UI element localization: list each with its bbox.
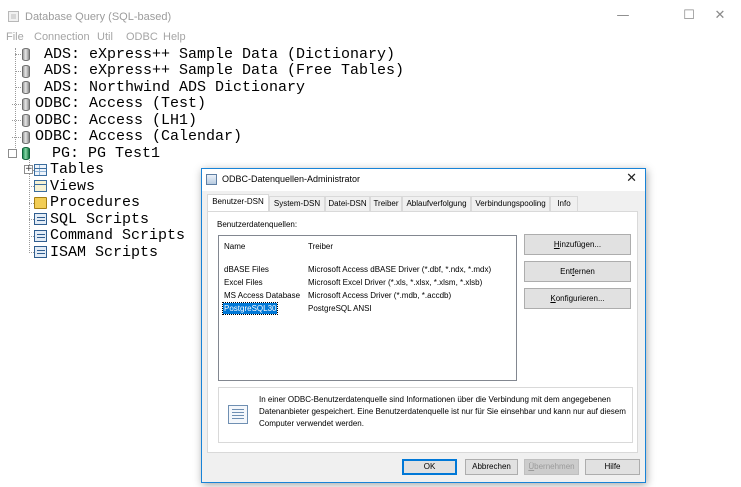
tree-item-tables[interactable]: Tables — [50, 161, 104, 178]
add-button[interactable]: Hinzufügen... — [524, 234, 631, 255]
tree-connector — [15, 87, 21, 88]
remove-button[interactable]: Entfernen — [524, 261, 631, 282]
list-item-driver: PostgreSQL ANSI — [308, 304, 372, 313]
expand-toggle[interactable]: + — [24, 165, 33, 174]
list-item-selected[interactable]: PostgreSQL30 PostgreSQL ANSI — [221, 302, 513, 315]
tree-item-views[interactable]: Views — [50, 178, 95, 195]
odbc-administrator-dialog: ODBC-Datenquellen-Administrator ✕ Benutz… — [201, 168, 646, 483]
tree-item-odbc-access-lh1[interactable]: ODBC: Access (LH1) — [35, 112, 197, 129]
column-header-driver[interactable]: Treiber — [308, 242, 333, 251]
menu-odbc[interactable]: ODBC — [126, 31, 158, 44]
list-item-name: PostgreSQL30 — [221, 302, 279, 315]
script-icon — [34, 246, 47, 258]
section-label: Benutzerdatenquellen: — [217, 220, 298, 229]
menu-bar: File Connection Util ODBC Help — [0, 31, 741, 44]
database-cylinder-icon — [22, 48, 30, 61]
view-icon — [34, 180, 47, 192]
script-icon — [34, 213, 47, 225]
tree-item-pg-test1[interactable]: PG: PG Test1 — [52, 145, 160, 162]
menu-file[interactable]: File — [6, 31, 24, 44]
dialog-title: ODBC-Datenquellen-Administrator — [222, 174, 361, 184]
ok-button[interactable]: OK — [402, 459, 457, 475]
list-item-driver: Microsoft Excel Driver (*.xls, *.xlsx, *… — [308, 278, 483, 287]
menu-util[interactable]: Util — [97, 31, 113, 44]
tab-benutzer-dsn[interactable]: Benutzer-DSN — [207, 194, 269, 212]
list-item-name: MS Access Database — [224, 291, 301, 300]
list-item[interactable]: MS Access Database Microsoft Access Driv… — [223, 290, 513, 301]
database-cylinder-icon — [22, 131, 30, 144]
list-item[interactable]: Excel Files Microsoft Excel Driver (*.xl… — [223, 277, 513, 288]
close-button[interactable]: ✕ — [697, 0, 741, 32]
tree-connector — [12, 137, 21, 138]
database-cylinder-icon — [22, 81, 30, 94]
odbc-icon — [206, 174, 217, 185]
tree-connector — [15, 54, 21, 55]
tree-item-odbc-access-calendar[interactable]: ODBC: Access (Calendar) — [35, 128, 242, 145]
tree-connector — [15, 71, 21, 72]
cancel-button[interactable]: Abbrechen — [465, 459, 518, 475]
tree-item-ads-northwind[interactable]: ADS: Northwind ADS Dictionary — [44, 79, 305, 96]
list-item-driver: Microsoft Access Driver (*.mdb, *.accdb) — [308, 291, 452, 300]
tab-info[interactable]: Info — [550, 196, 578, 211]
tree-item-procedures[interactable]: Procedures — [50, 194, 140, 211]
data-source-info-icon — [228, 405, 248, 424]
list-item-driver: Microsoft Access dBASE Driver (*.dbf, *.… — [308, 265, 492, 274]
tree-item-odbc-access-test[interactable]: ODBC: Access (Test) — [35, 95, 206, 112]
list-item-name: Excel Files — [224, 278, 263, 287]
dialog-close-button[interactable]: ✕ — [626, 171, 637, 187]
folder-icon — [34, 197, 47, 209]
tree-item-isam-scripts[interactable]: ISAM Scripts — [50, 244, 158, 261]
info-text: In einer ODBC-Benutzerdatenquelle sind I… — [259, 395, 626, 428]
info-box: In einer ODBC-Benutzerdatenquelle sind I… — [218, 387, 633, 443]
tree-item-sql-scripts[interactable]: SQL Scripts — [50, 211, 149, 228]
minimize-button[interactable]: — — [600, 0, 646, 32]
dialog-title-bar: ODBC-Datenquellen-Administrator ✕ — [202, 169, 645, 191]
data-source-list[interactable]: Name Treiber dBASE Files Microsoft Acces… — [218, 235, 517, 381]
tree-item-command-scripts[interactable]: Command Scripts — [50, 227, 185, 244]
app-icon — [8, 11, 19, 22]
tree-item-ads-sample-free-tables[interactable]: ADS: eXpress++ Sample Data (Free Tables) — [44, 62, 404, 79]
tab-verbindungspooling[interactable]: Verbindungspooling — [471, 196, 550, 211]
database-cylinder-icon — [22, 147, 30, 160]
list-item-name: dBASE Files — [224, 265, 269, 274]
database-cylinder-icon — [22, 65, 30, 78]
tree-connector — [12, 104, 21, 105]
tab-system-dsn[interactable]: System-DSN — [269, 196, 325, 211]
configure-button[interactable]: Konfigurieren... — [524, 288, 631, 309]
tab-treiber[interactable]: Treiber — [370, 196, 402, 211]
database-cylinder-icon — [22, 114, 30, 127]
table-icon — [34, 164, 47, 176]
database-cylinder-icon — [22, 98, 30, 111]
tree-item-ads-sample-dictionary[interactable]: ADS: eXpress++ Sample Data (Dictionary) — [44, 46, 395, 63]
title-bar: Database Query (SQL-based) — ☐ ✕ — [0, 0, 741, 32]
tab-ablaufverfolgung[interactable]: Ablaufverfolgung — [402, 196, 471, 211]
apply-button: Übernehmen — [524, 459, 579, 475]
window-title: Database Query (SQL-based) — [25, 11, 172, 23]
list-item[interactable]: dBASE Files Microsoft Access dBASE Drive… — [223, 264, 513, 275]
tree-connector — [12, 120, 21, 121]
menu-help[interactable]: Help — [163, 31, 186, 44]
tree-connector — [15, 48, 16, 154]
help-button[interactable]: Hilfe — [585, 459, 640, 475]
script-icon — [34, 230, 47, 242]
column-header-name[interactable]: Name — [224, 242, 245, 251]
collapse-toggle[interactable] — [8, 149, 17, 158]
tab-panel-benutzer-dsn: Benutzerdatenquellen: Name Treiber dBASE… — [207, 211, 638, 453]
tab-datei-dsn[interactable]: Datei-DSN — [325, 196, 370, 211]
menu-connection[interactable]: Connection — [34, 31, 90, 44]
